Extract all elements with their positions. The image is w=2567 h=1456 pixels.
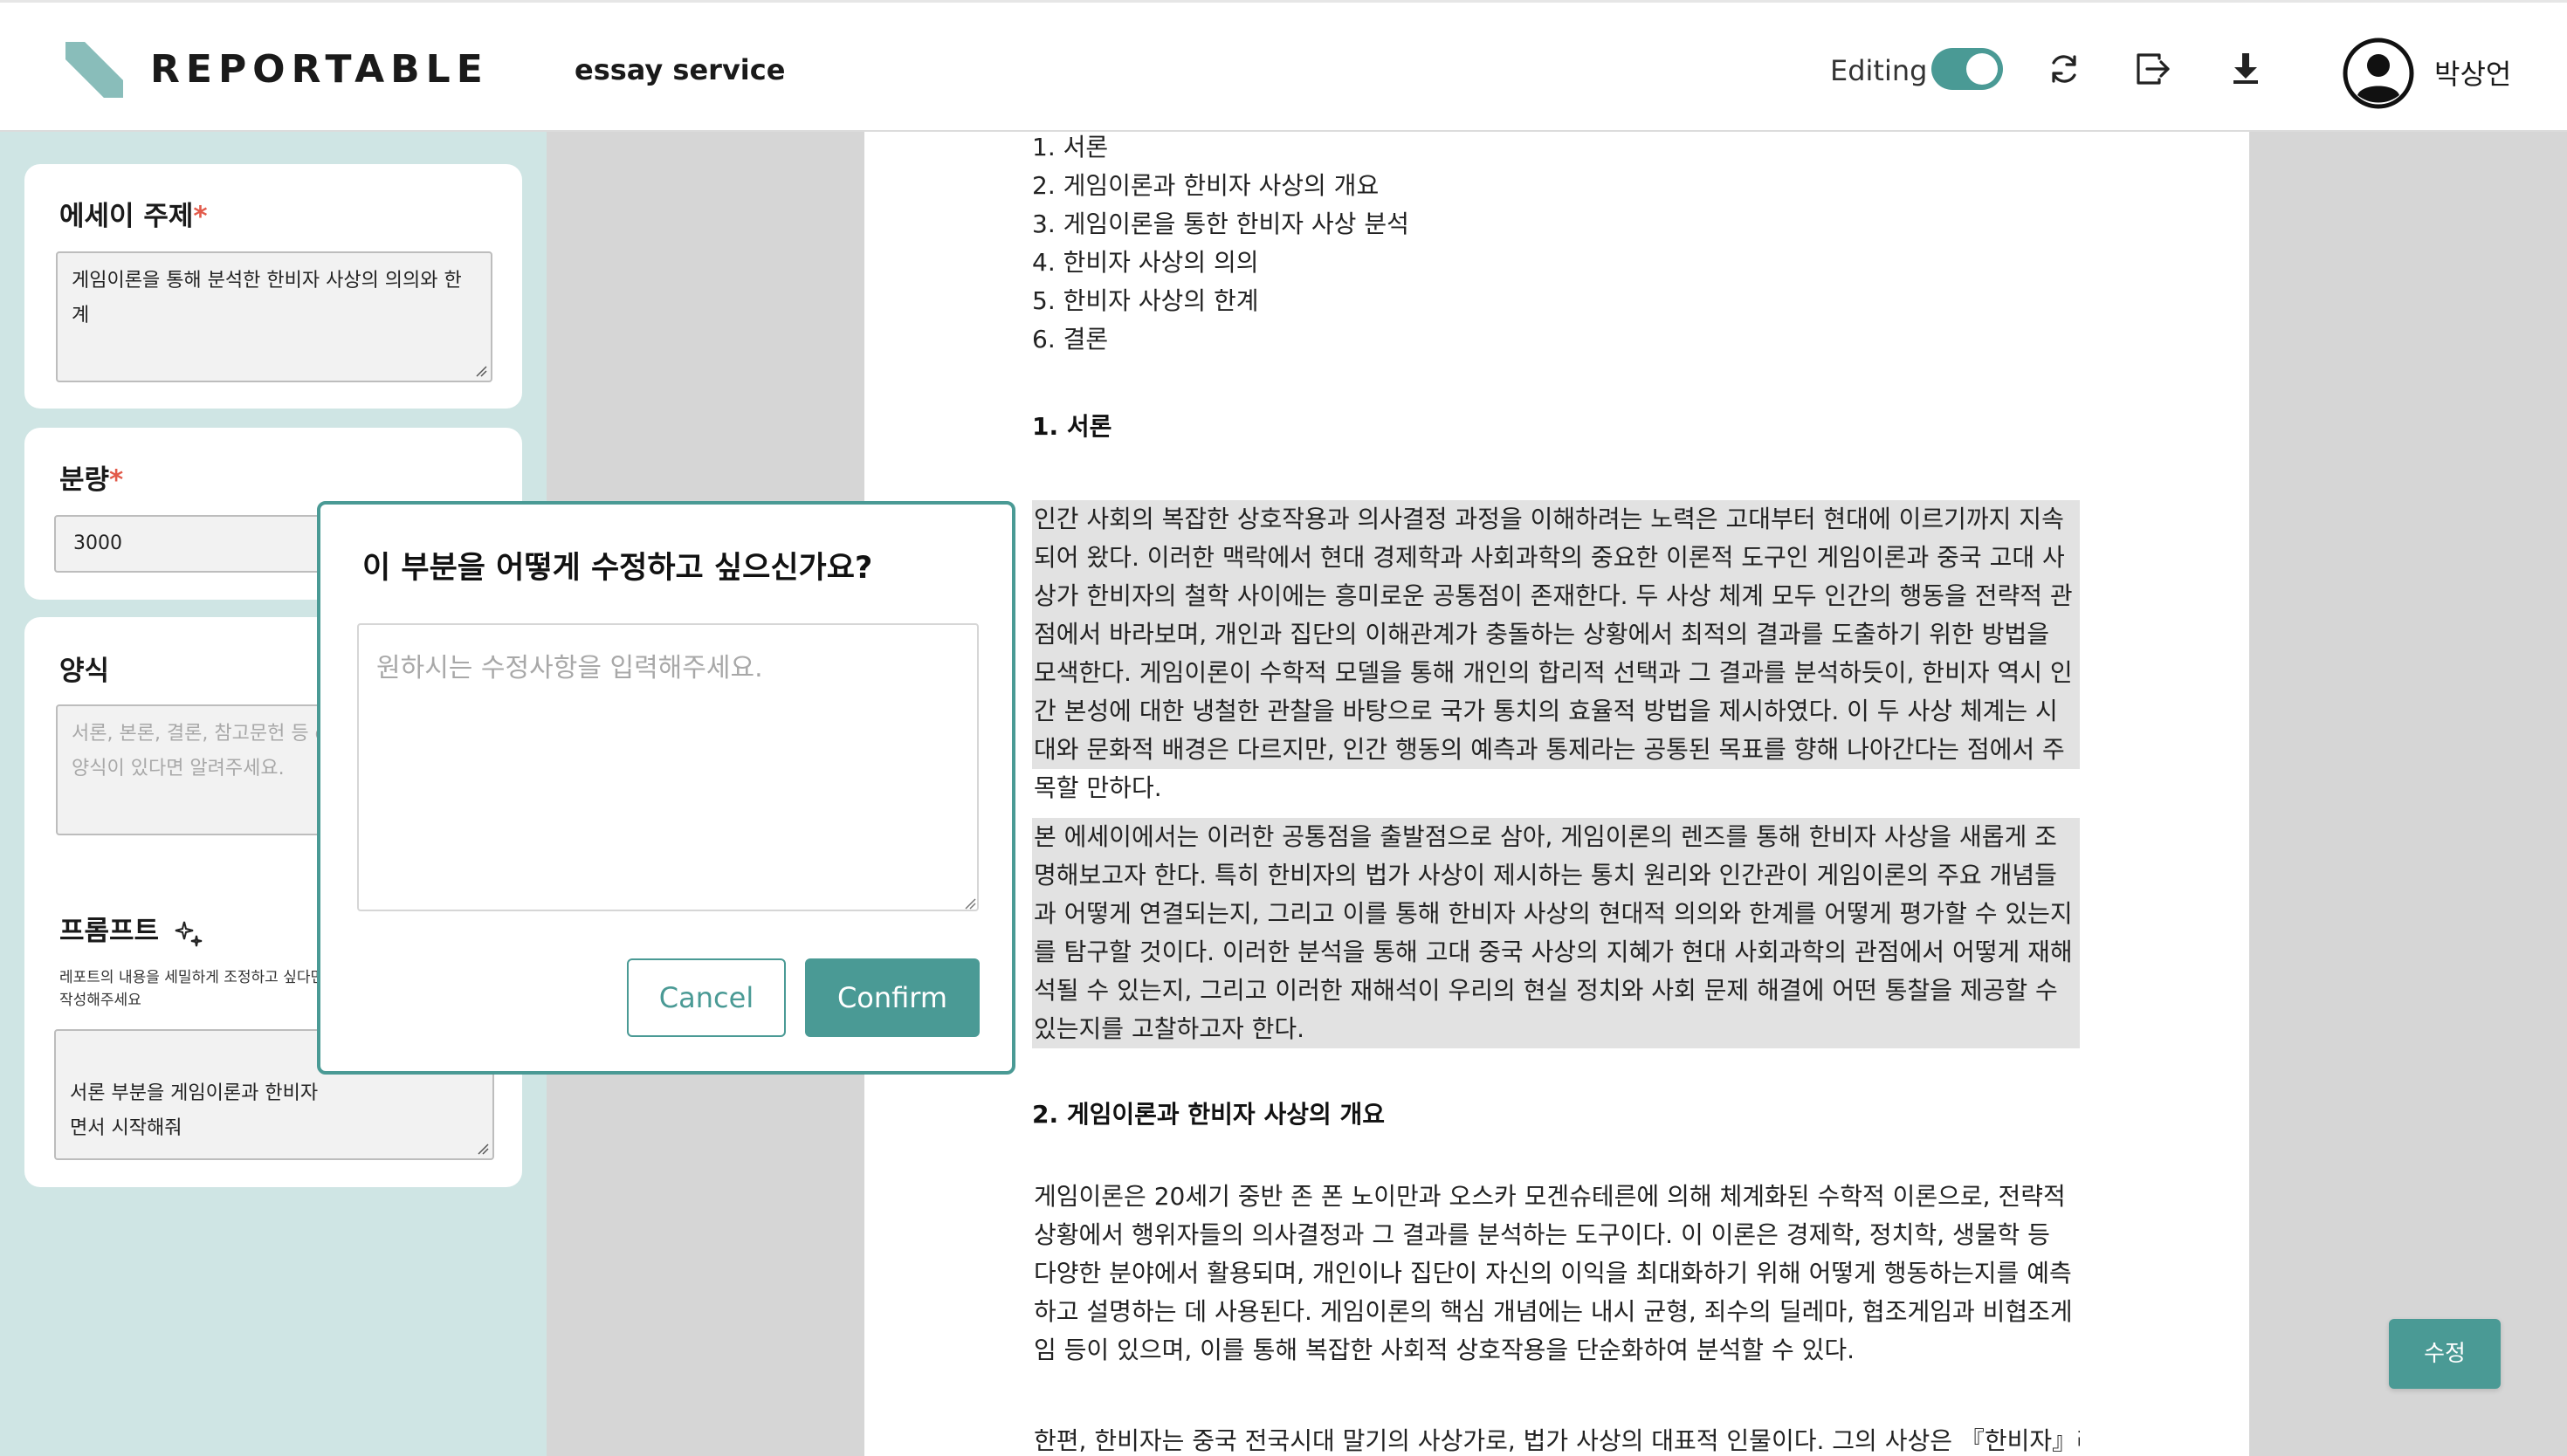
edit-request-textarea[interactable]: 원하시는 수정사항을 입력해주세요. <box>357 623 979 911</box>
brand-name[interactable]: REPORTABLE <box>150 47 489 92</box>
editing-toggle[interactable] <box>1931 48 2003 90</box>
toggle-knob <box>1966 53 1998 85</box>
service-title: essay service <box>575 53 786 86</box>
toc-item[interactable]: 4. 한비자 사상의 의의 <box>1032 247 1259 285</box>
body-paragraph[interactable]: 한편, 한비자는 중국 전국시대 말기의 사상가로, 법가 사상의 대표적 인물… <box>1032 1422 2080 1456</box>
essay-document: 1. 서론 2. 게임이론과 한비자 사상의 개요 3. 게임이론을 통한 한비… <box>864 132 2249 1456</box>
editing-label: Editing <box>1830 54 1928 87</box>
intro-paragraph-selected[interactable]: 인간 사회의 복잡한 상호작용과 의사결정 과정을 이해하려는 노력은 고대부터… <box>1032 500 2080 802</box>
resize-handle-icon[interactable] <box>475 365 487 377</box>
app-header: REPORTABLE essay service Editing 박상언 <box>0 0 2567 132</box>
cancel-button[interactable]: Cancel <box>627 958 786 1037</box>
section-heading[interactable]: 2. 게임이론과 한비자 사상의 개요 <box>1032 1095 1385 1130</box>
download-icon[interactable] <box>2226 50 2265 88</box>
export-icon[interactable] <box>2133 50 2171 88</box>
resize-handle-icon[interactable] <box>477 1143 489 1155</box>
body-paragraph[interactable]: 게임이론은 20세기 중반 존 폰 노이만과 오스카 모겐슈테른에 의해 체계화… <box>1032 1178 2080 1370</box>
format-title: 양식 <box>59 656 110 687</box>
toc-item[interactable]: 3. 게임이론을 통한 한비자 사상 분석 <box>1032 209 1409 247</box>
topic-textarea[interactable]: 게임이론을 통해 분석한 한비자 사상의 의의와 한계 <box>56 251 492 382</box>
edit-dialog: 이 부분을 어떻게 수정하고 싶으신가요? 원하시는 수정사항을 입력해주세요.… <box>317 501 1015 1075</box>
section-heading[interactable]: 1. 서론 <box>1032 408 1111 443</box>
prompt-title: 프롬프트 <box>59 909 203 948</box>
user-icon[interactable] <box>2343 38 2414 109</box>
dialog-title: 이 부분을 어떻게 수정하고 싶으신가요? <box>362 551 873 586</box>
logo-icon[interactable] <box>65 42 123 98</box>
topic-card: 에세이 주제* 게임이론을 통해 분석한 한비자 사상의 의의와 한계 <box>24 164 522 409</box>
toc-item[interactable]: 6. 결론 <box>1032 324 1108 362</box>
toc-item[interactable]: 1. 서론 <box>1032 132 1108 170</box>
prompt-hint: 레포트의 내용을 세밀하게 조정하고 싶다면 작성해주세요 <box>59 969 325 1009</box>
resize-handle-icon[interactable] <box>964 897 976 910</box>
sparkle-icon <box>175 921 203 946</box>
topic-title: 에세이 주제* <box>59 201 208 232</box>
toc-item[interactable]: 2. 게임이론과 한비자 사상의 개요 <box>1032 170 1379 209</box>
username[interactable]: 박상언 <box>2434 52 2511 93</box>
amount-title: 분량* <box>59 464 124 496</box>
intro-paragraph-2-selected[interactable]: 본 에세이에서는 이러한 공통점을 출발점으로 삼아, 게임이론의 렌즈를 통해… <box>1032 818 2080 1048</box>
refresh-icon[interactable] <box>2045 50 2083 88</box>
confirm-button[interactable]: Confirm <box>805 958 980 1037</box>
toc-item[interactable]: 5. 한비자 사상의 한계 <box>1032 285 1259 324</box>
edit-button[interactable]: 수정 <box>2389 1319 2501 1389</box>
